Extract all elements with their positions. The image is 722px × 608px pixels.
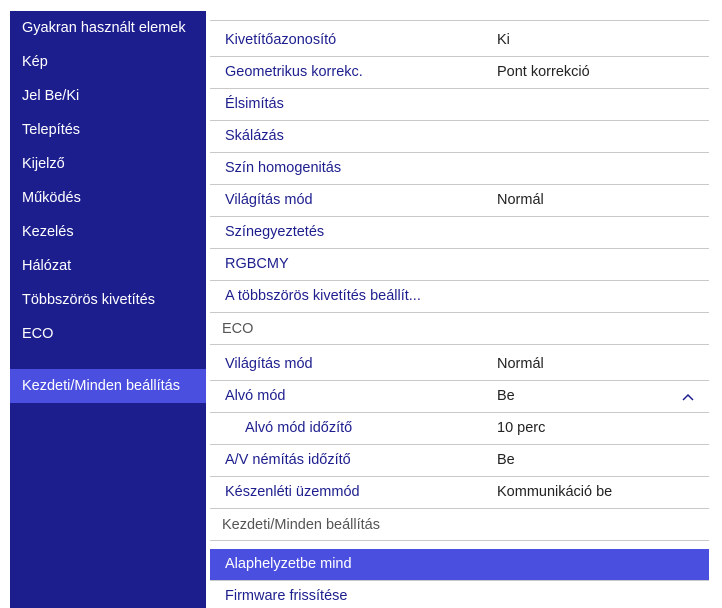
setting-value: Normál <box>497 192 544 208</box>
setting-row[interactable]: Geometrikus korrekc. Pont korrekció <box>210 57 709 89</box>
setting-value: 10 perc <box>497 420 546 436</box>
setting-row[interactable]: Kivetítőazonosító Ki <box>210 25 709 57</box>
setting-label: Világítás mód <box>225 192 313 208</box>
setting-label: Geometrikus korrekc. <box>225 64 363 80</box>
sidebar-item-image[interactable]: Kép <box>10 45 206 79</box>
sidebar-item-frequent[interactable]: Gyakran használt elemek <box>10 11 206 45</box>
setting-row[interactable]: A/V némítás időzítő Be <box>210 445 709 477</box>
setting-row[interactable]: Alvó mód Be <box>210 381 709 413</box>
sidebar-item-multi-projection[interactable]: Többszörös kivetítés <box>10 283 206 317</box>
sidebar-item-operation[interactable]: Működés <box>10 181 206 215</box>
sidebar-item-signal[interactable]: Jel Be/Ki <box>10 79 206 113</box>
reset-all-row[interactable]: Alaphelyzetbe mind <box>210 549 709 581</box>
sidebar-item-eco[interactable]: ECO <box>10 317 206 351</box>
setting-value: Be <box>497 388 515 404</box>
setting-label: Készenléti üzemmód <box>225 484 360 500</box>
sidebar-item-installation[interactable]: Telepítés <box>10 113 206 147</box>
setting-label: Élsimítás <box>225 96 284 112</box>
setting-label: Firmware frissítése <box>225 588 348 604</box>
setting-value: Ki <box>497 32 510 48</box>
section-title: Kezdeti/Minden beállítás <box>222 517 380 533</box>
setting-label: Szín homogenitás <box>225 160 342 176</box>
setting-row[interactable]: Színegyeztetés <box>210 217 709 249</box>
setting-label: Alvó mód <box>225 388 286 404</box>
section-header-initial: Kezdeti/Minden beállítás <box>210 509 709 541</box>
setting-label: A többszörös kivetítés beállít... <box>225 288 421 304</box>
sidebar-item-network[interactable]: Hálózat <box>10 249 206 283</box>
setting-label: Kivetítőazonosító <box>225 32 337 48</box>
setting-label: Alaphelyzetbe mind <box>225 556 352 572</box>
firmware-update-row[interactable]: Firmware frissítése <box>210 581 709 608</box>
setting-row[interactable]: Világítás mód Normál <box>210 349 709 381</box>
setting-row[interactable]: Világítás mód Normál <box>210 185 709 217</box>
setting-row[interactable]: Szín homogenitás <box>210 153 709 185</box>
setting-value: Normál <box>497 356 544 372</box>
setting-label: Skálázás <box>225 128 284 144</box>
setting-label: Színegyeztetés <box>225 224 325 240</box>
setting-label: RGBCMY <box>225 256 289 272</box>
projector-menu-screen: Gyakran használt elemek Kép Jel Be/Ki Te… <box>0 0 722 608</box>
setting-label: Világítás mód <box>225 356 313 372</box>
setting-value: Be <box>497 452 515 468</box>
sidebar-item-management[interactable]: Kezelés <box>10 215 206 249</box>
setting-row[interactable]: Élsimítás <box>210 89 709 121</box>
setting-row[interactable]: Skálázás <box>210 121 709 153</box>
setting-label: A/V némítás időzítő <box>225 452 351 468</box>
panel-top-divider <box>210 11 709 21</box>
section-header-eco: ECO <box>210 313 709 345</box>
sidebar-item-display[interactable]: Kijelző <box>10 147 206 181</box>
setting-row[interactable]: Alvó mód időzítő 10 perc <box>210 413 709 445</box>
setting-label: Alvó mód időzítő <box>245 420 353 436</box>
settings-panel: Kivetítőazonosító Ki Geometrikus korrekc… <box>210 11 709 608</box>
setting-value: Kommunikáció be <box>497 484 613 500</box>
setting-row[interactable]: RGBCMY <box>210 249 709 281</box>
sidebar-menu: Gyakran használt elemek Kép Jel Be/Ki Te… <box>10 11 206 608</box>
setting-value: Pont korrekció <box>497 64 590 80</box>
sidebar-item-initial-all-settings[interactable]: Kezdeti/Minden beállítás <box>10 369 206 403</box>
chevron-up-icon[interactable] <box>681 390 695 404</box>
setting-row[interactable]: A többszörös kivetítés beállít... <box>210 281 709 313</box>
section-title: ECO <box>222 321 254 337</box>
setting-row[interactable]: Készenléti üzemmód Kommunikáció be <box>210 477 709 509</box>
